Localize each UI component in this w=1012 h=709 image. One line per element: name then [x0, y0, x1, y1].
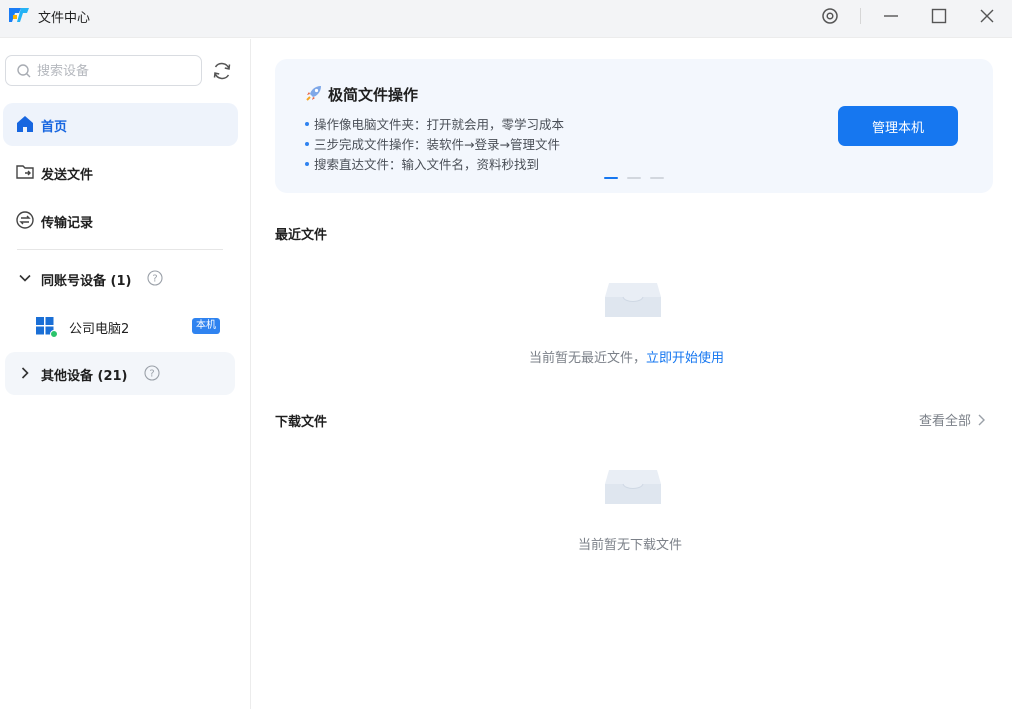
- send-folder-icon: [16, 165, 34, 179]
- help-icon[interactable]: ?: [147, 270, 163, 286]
- chevron-right-icon: [21, 367, 29, 379]
- nav-label-home: 首页: [41, 120, 68, 135]
- banner-title: 极简文件操作: [328, 86, 419, 104]
- start-using-link[interactable]: 立即开始使用: [646, 351, 724, 366]
- title-bar: 文件中心: [0, 0, 1012, 38]
- main-content: 极简文件操作 操作像电脑文件夹：打开就会用，零学习成本 三步完成文件操作：装软件…: [251, 39, 1012, 709]
- carousel-dot-active[interactable]: [604, 177, 618, 179]
- settings-button[interactable]: [816, 4, 844, 28]
- downloads-empty-message: 当前暂无下载文件: [578, 538, 683, 553]
- downloads-title: 下载文件: [275, 415, 328, 430]
- view-all-label: 查看全部: [919, 414, 972, 429]
- group-label-same-account: 同账号设备 (1): [41, 274, 132, 289]
- group-label-other-devices: 其他设备 (21): [41, 369, 128, 384]
- home-icon: [17, 116, 33, 132]
- chevron-down-icon: [19, 274, 31, 282]
- recent-empty-message: 当前暂无最近文件，立即开始使用: [529, 351, 725, 366]
- app-logo-icon: [9, 8, 29, 22]
- banner-line: 操作像电脑文件夹：打开就会用，零学习成本: [305, 114, 564, 133]
- svg-text:?: ?: [149, 369, 154, 380]
- this-device-badge: 本机: [192, 318, 220, 334]
- group-same-account-devices[interactable]: 同账号设备 (1) ?: [5, 257, 235, 300]
- help-icon[interactable]: ?: [144, 365, 160, 381]
- nav-label-send-file: 发送文件: [41, 168, 94, 183]
- online-status-dot: [50, 330, 58, 338]
- empty-tray-icon: [605, 470, 661, 504]
- feature-banner: 极简文件操作 操作像电脑文件夹：打开就会用，零学习成本 三步完成文件操作：装软件…: [275, 59, 993, 193]
- svg-text:?: ?: [152, 274, 157, 285]
- rocket-icon: [306, 86, 321, 101]
- group-other-devices[interactable]: 其他设备 (21) ?: [5, 352, 235, 395]
- banner-line: 搜索直达文件：输入文件名，资料秒找到: [305, 154, 539, 173]
- gear-icon: [822, 8, 838, 24]
- nav-label-transfer-history: 传输记录: [41, 216, 94, 231]
- minimize-icon: [884, 15, 898, 17]
- view-all-link[interactable]: 查看全部: [919, 410, 986, 429]
- sidebar-divider: [17, 249, 223, 250]
- window-title: 文件中心: [38, 11, 91, 26]
- chevron-right-icon: [978, 414, 986, 425]
- title-bar-separator: [860, 8, 861, 24]
- banner-line: 三步完成文件操作：装软件→登录→管理文件: [305, 134, 560, 153]
- carousel-dot[interactable]: [650, 177, 664, 179]
- maximize-icon: [931, 8, 947, 24]
- minimize-button[interactable]: [877, 4, 905, 28]
- recent-files-title: 最近文件: [275, 228, 328, 243]
- device-item[interactable]: 公司电脑2 本机: [5, 310, 235, 342]
- refresh-icon[interactable]: [211, 60, 233, 82]
- close-button[interactable]: [973, 4, 1001, 28]
- carousel-dot[interactable]: [627, 177, 641, 179]
- maximize-button[interactable]: [925, 4, 953, 28]
- empty-tray-icon: [605, 283, 661, 317]
- close-icon: [980, 9, 994, 23]
- manage-this-device-button[interactable]: 管理本机: [838, 106, 958, 146]
- device-search-input[interactable]: [37, 61, 197, 81]
- search-icon: [17, 64, 31, 78]
- sidebar: 首页 发送文件 传输记录 同账号设备 (1) ?: [0, 39, 251, 709]
- transfer-icon: [16, 211, 34, 229]
- nav-item-transfer-history[interactable]: 传输记录: [3, 199, 238, 242]
- nav-item-home[interactable]: 首页: [3, 103, 238, 146]
- device-search-box[interactable]: [5, 55, 202, 86]
- device-label: 公司电脑2: [69, 322, 130, 337]
- nav-item-send-file[interactable]: 发送文件: [3, 151, 238, 194]
